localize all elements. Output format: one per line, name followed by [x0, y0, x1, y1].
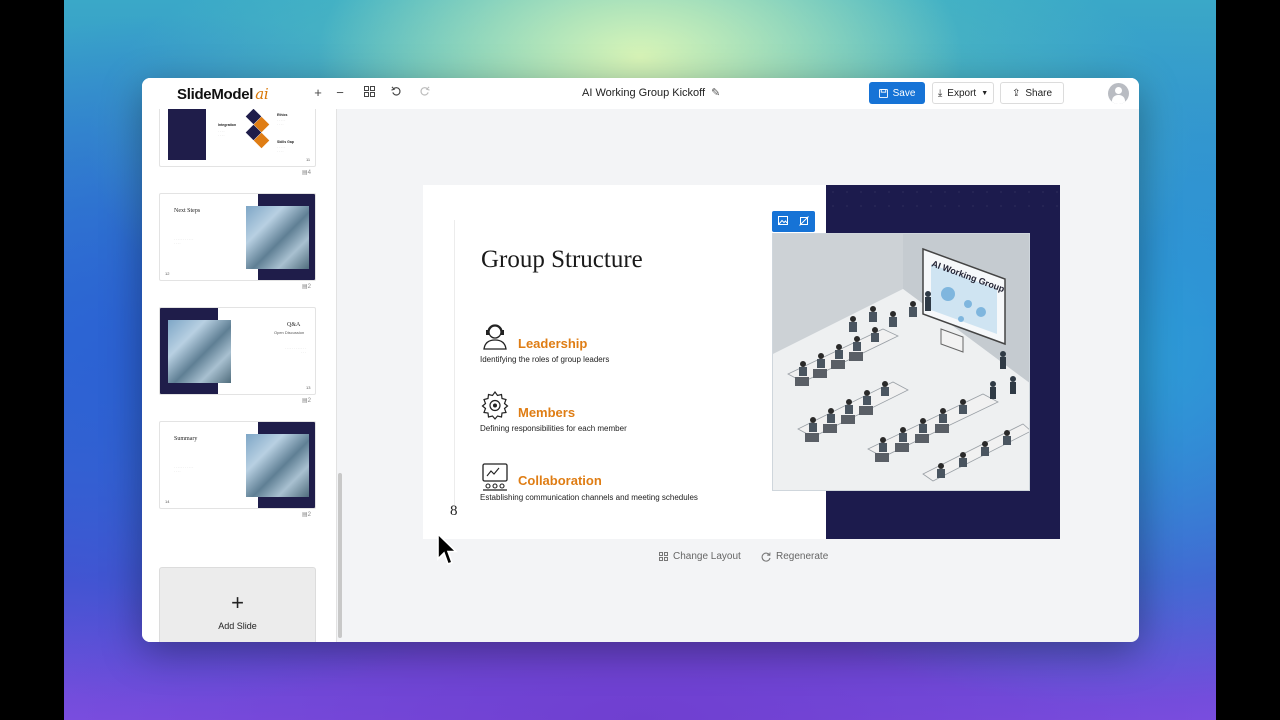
- layout-count-12: ▤2: [302, 284, 312, 290]
- add-slide-label: Add Slide: [218, 621, 257, 631]
- remove-image-icon[interactable]: [799, 215, 810, 228]
- app-window: SlideModel ai + − AI Working Group Kickof…: [142, 78, 1139, 642]
- item-description-members[interactable]: Defining responsibilities for each membe…: [480, 424, 627, 433]
- layout-grid-icon: [659, 552, 668, 561]
- sidebar-divider: [336, 109, 337, 642]
- share-icon: ⇪: [1011, 87, 1021, 99]
- meeting-room-photo[interactable]: AI Working Group: [772, 233, 1030, 491]
- slide-thumbnail-11[interactable]: Integration · · · · · · · · Ethics · · · …: [159, 109, 316, 167]
- item-heading-members[interactable]: Members: [518, 405, 575, 420]
- headset-person-icon: [483, 324, 507, 350]
- save-label: Save: [892, 87, 916, 99]
- slide-thumbnail-sidebar[interactable]: Integration · · · · · · · · Ethics · · · …: [142, 109, 336, 642]
- grid-view-icon[interactable]: [361, 85, 377, 101]
- slide-thumbnail-13[interactable]: Q&A Open Discussion · · · · · · · · · · …: [159, 307, 316, 395]
- regenerate-label: Regenerate: [776, 551, 829, 562]
- layout-count-11: ▤4: [302, 170, 312, 176]
- layout-count-13: ▤2: [302, 398, 312, 404]
- redo-icon[interactable]: [416, 85, 432, 101]
- export-label: Export: [947, 87, 977, 99]
- collaboration-screen-icon: [482, 463, 508, 491]
- change-layout-button[interactable]: Change Layout: [659, 551, 741, 562]
- mouse-cursor-icon: [437, 533, 458, 566]
- item-heading-leadership[interactable]: Leadership: [518, 336, 587, 351]
- download-icon: ⤓: [937, 87, 943, 99]
- regenerate-icon: [761, 551, 771, 562]
- document-title[interactable]: AI Working Group Kickoff ✎: [582, 86, 720, 99]
- caret-down-icon: ▼: [981, 89, 989, 97]
- share-label: Share: [1025, 87, 1053, 99]
- save-button[interactable]: Save: [869, 82, 925, 104]
- item-description-collaboration[interactable]: Establishing communication channels and …: [480, 493, 698, 502]
- save-icon: [878, 88, 888, 98]
- replace-image-icon[interactable]: [777, 216, 788, 227]
- layout-count-14: ▤2: [302, 512, 312, 518]
- app-logo[interactable]: SlideModel ai: [177, 85, 269, 103]
- user-avatar[interactable]: [1108, 83, 1129, 104]
- slide-page-number: 8: [450, 503, 458, 519]
- top-toolbar: SlideModel ai + − AI Working Group Kickof…: [142, 78, 1139, 109]
- zoom-in-icon[interactable]: +: [310, 85, 326, 101]
- item-description-leadership[interactable]: Identifying the roles of group leaders: [480, 355, 609, 364]
- edit-pencil-icon[interactable]: ✎: [711, 86, 720, 99]
- image-toolbar[interactable]: [772, 211, 815, 232]
- sidebar-scrollbar[interactable]: [338, 473, 342, 638]
- change-layout-label: Change Layout: [673, 551, 741, 562]
- zoom-out-icon[interactable]: −: [332, 85, 348, 101]
- plus-icon: +: [231, 590, 244, 615]
- undo-icon[interactable]: [388, 85, 404, 101]
- slide-title[interactable]: Group Structure: [481, 246, 643, 274]
- slide-thumbnail-12[interactable]: Next Steps · · · · · · · · · · · · · · · …: [159, 193, 316, 281]
- regenerate-button[interactable]: Regenerate: [761, 551, 828, 562]
- add-slide-button[interactable]: + Add Slide: [159, 567, 316, 642]
- export-button[interactable]: ⤓ Export ▼: [932, 82, 994, 104]
- gear-icon: [481, 390, 509, 420]
- item-heading-collaboration[interactable]: Collaboration: [518, 473, 602, 488]
- slide-canvas[interactable]: Group Structure Leadership Identifying t…: [423, 185, 1060, 539]
- slide-thumbnail-14[interactable]: Summary · · · · · · · · · · · · · · · 14: [159, 421, 316, 509]
- share-button[interactable]: ⇪ Share: [1000, 82, 1064, 104]
